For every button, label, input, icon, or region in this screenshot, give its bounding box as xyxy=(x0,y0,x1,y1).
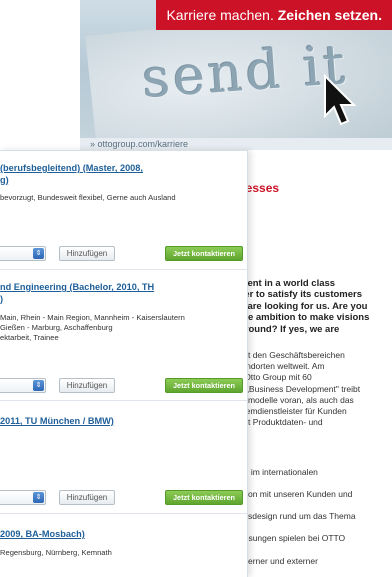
job-select-dropdown[interactable]: ⇕ xyxy=(0,246,46,261)
mouse-pointer-icon xyxy=(324,74,357,126)
career-tagline-bold: Zeichen setzen. xyxy=(277,7,382,23)
article-text-line: ng im internationalen xyxy=(239,467,318,477)
job-meta-lines: Main, Rhein - Main Region, Mannheim - Ka… xyxy=(0,313,185,344)
job-actions: ⇕ Hinzufügen Jetzt kontaktieren xyxy=(0,490,247,506)
article-bold-line: u are looking for us. Are you xyxy=(239,300,368,312)
job-actions: ⇕ Hinzufügen Jetzt kontaktieren xyxy=(0,246,247,262)
job-title-line: ) xyxy=(0,293,4,304)
contact-now-button[interactable]: Jetzt kontaktieren xyxy=(165,246,243,261)
contact-now-button[interactable]: Jetzt kontaktieren xyxy=(165,378,243,393)
article-intro-bold: ment in a world class ver to satisfy its… xyxy=(239,278,389,335)
article-bold-line: ment in a world class xyxy=(239,278,336,289)
article-paragraph: mit den Geschäftsbereichen tandorten wel… xyxy=(239,350,389,428)
article-text-line: tandorten weltweit. Am xyxy=(239,361,325,372)
contact-now-button[interactable]: Jetzt kontaktieren xyxy=(165,490,243,505)
dropdown-arrows-icon: ⇕ xyxy=(33,492,44,503)
job-title-link[interactable]: 2009, BA-Mosbach) xyxy=(0,529,246,541)
job-title-line: 2011, TU München / BMW) xyxy=(0,416,114,426)
article-text-line: Lösungen spielen bei OTTO xyxy=(239,533,346,543)
job-meta-line: ektarbeit, Trainee xyxy=(0,333,59,343)
article-bold-line: the ambition to make visions xyxy=(239,312,370,324)
article-text-line: n „Business Development" treibt xyxy=(239,383,361,394)
job-title-link[interactable]: nd Engineering (Bachelor, 2010, TH ) xyxy=(0,282,246,305)
article-text-line: ftsmodelle voran, als auch das xyxy=(239,394,354,405)
job-meta-line: bevorzugt, Bundesweit flexibel, Gerne au… xyxy=(0,193,176,202)
divider xyxy=(0,513,247,514)
job-title-line: g) xyxy=(0,174,9,185)
job-actions: ⇕ Hinzufügen Jetzt kontaktieren xyxy=(0,378,247,394)
job-title-link[interactable]: 2011, TU München / BMW) xyxy=(0,416,246,428)
job-list-panel: (berufsbegleitend) (Master, 2008, g) bev… xyxy=(0,150,248,577)
article-bold-line: ver to satisfy its customers xyxy=(239,289,363,301)
banner-url-link[interactable]: » ottogroup.com/karriere xyxy=(80,138,392,150)
add-button[interactable]: Hinzufügen xyxy=(59,246,115,261)
add-button[interactable]: Hinzufügen xyxy=(59,490,115,505)
article-text-line: r Otto Group mit 60 xyxy=(239,372,312,383)
job-select-dropdown[interactable]: ⇕ xyxy=(0,490,46,505)
otto-career-banner[interactable]: send it Karriere machen. Zeichen setzen. xyxy=(80,0,392,138)
job-meta-line: Main, Rhein - Main Region, Mannheim - Ka… xyxy=(0,313,185,322)
article-text-line: interner und externer xyxy=(239,556,318,566)
career-tagline: Karriere machen. Zeichen setzen. xyxy=(156,0,392,30)
add-button[interactable]: Hinzufügen xyxy=(59,378,115,393)
dropdown-arrows-icon: ⇕ xyxy=(33,248,44,259)
article-text-line: mit den Geschäftsbereichen xyxy=(239,350,345,360)
job-meta-line: Gießen - Marburg, Aschaffenburg xyxy=(0,323,113,333)
career-tagline-normal: Karriere machen. xyxy=(166,7,274,23)
article-text-line: essdesign rund um das Thema xyxy=(239,511,356,521)
job-title-line: nd Engineering (Bachelor, 2010, TH xyxy=(0,282,155,292)
article-text-line: nkt Produktdaten- und xyxy=(239,417,323,428)
article-text-line: ation mit unseren Kunden und xyxy=(239,489,353,499)
job-title-link[interactable]: (berufsbegleitend) (Master, 2008, g) xyxy=(0,163,246,186)
divider xyxy=(0,400,247,401)
job-meta-line: Regensburg, Nürnberg, Kemnath xyxy=(0,548,112,557)
article-bold-line: ground? If yes, we are xyxy=(239,323,340,335)
article-text-line: stemdienstleister für Kunden xyxy=(239,406,347,417)
divider xyxy=(0,269,247,270)
job-title-line: (berufsbegleitend) (Master, 2008, xyxy=(0,163,143,173)
job-select-dropdown[interactable]: ⇕ xyxy=(0,378,46,393)
dropdown-arrows-icon: ⇕ xyxy=(33,380,44,391)
job-title-line: 2009, BA-Mosbach) xyxy=(0,529,85,539)
